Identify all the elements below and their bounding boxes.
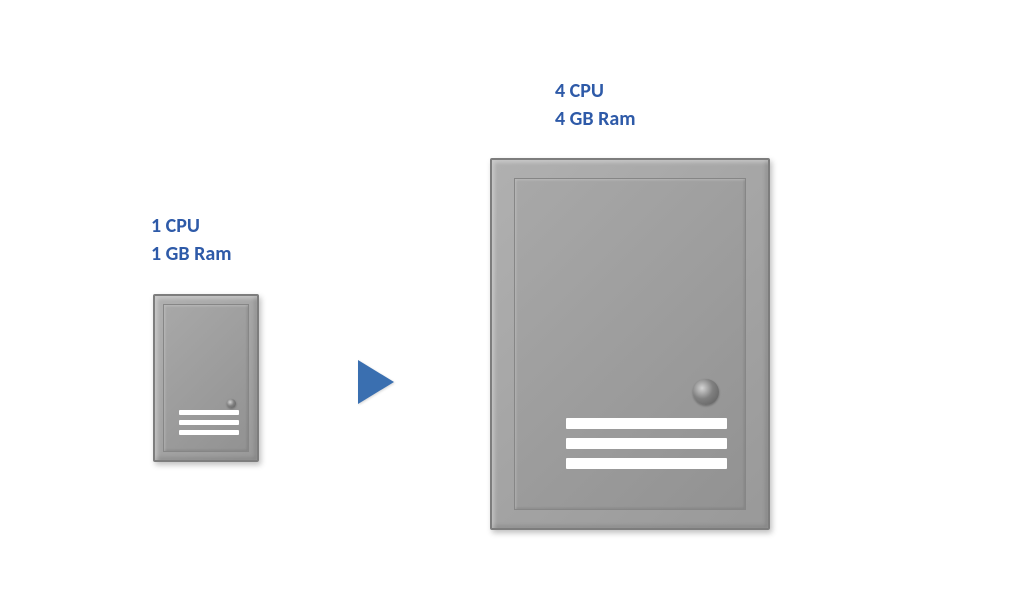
- large-server-label: 4 CPU 4 GB Ram: [555, 77, 636, 133]
- scale-up-arrow-icon: [358, 360, 394, 404]
- small-server-icon: [153, 294, 259, 462]
- vent-line: [179, 430, 239, 435]
- small-server-face: [163, 304, 249, 452]
- large-server-face: [514, 178, 746, 509]
- vent-line: [179, 410, 239, 415]
- small-server-ram-text: 1 GB Ram: [151, 240, 232, 268]
- large-server-cpu-text: 4 CPU: [555, 77, 636, 105]
- large-server-ram-text: 4 GB Ram: [555, 105, 636, 133]
- small-server-cpu-text: 1 CPU: [151, 212, 232, 240]
- small-server-label: 1 CPU 1 GB Ram: [151, 212, 232, 268]
- power-knob-icon: [693, 379, 719, 405]
- vent-lines: [566, 409, 727, 469]
- vent-line: [566, 438, 727, 449]
- large-server-icon: [490, 158, 770, 530]
- vent-line: [566, 418, 727, 429]
- vent-line: [179, 420, 239, 425]
- power-knob-icon: [227, 399, 236, 408]
- scaling-diagram: 1 CPU 1 GB Ram 4 CPU 4 GB Ram: [0, 0, 1024, 596]
- vent-line: [566, 458, 727, 469]
- vent-lines: [179, 410, 239, 435]
